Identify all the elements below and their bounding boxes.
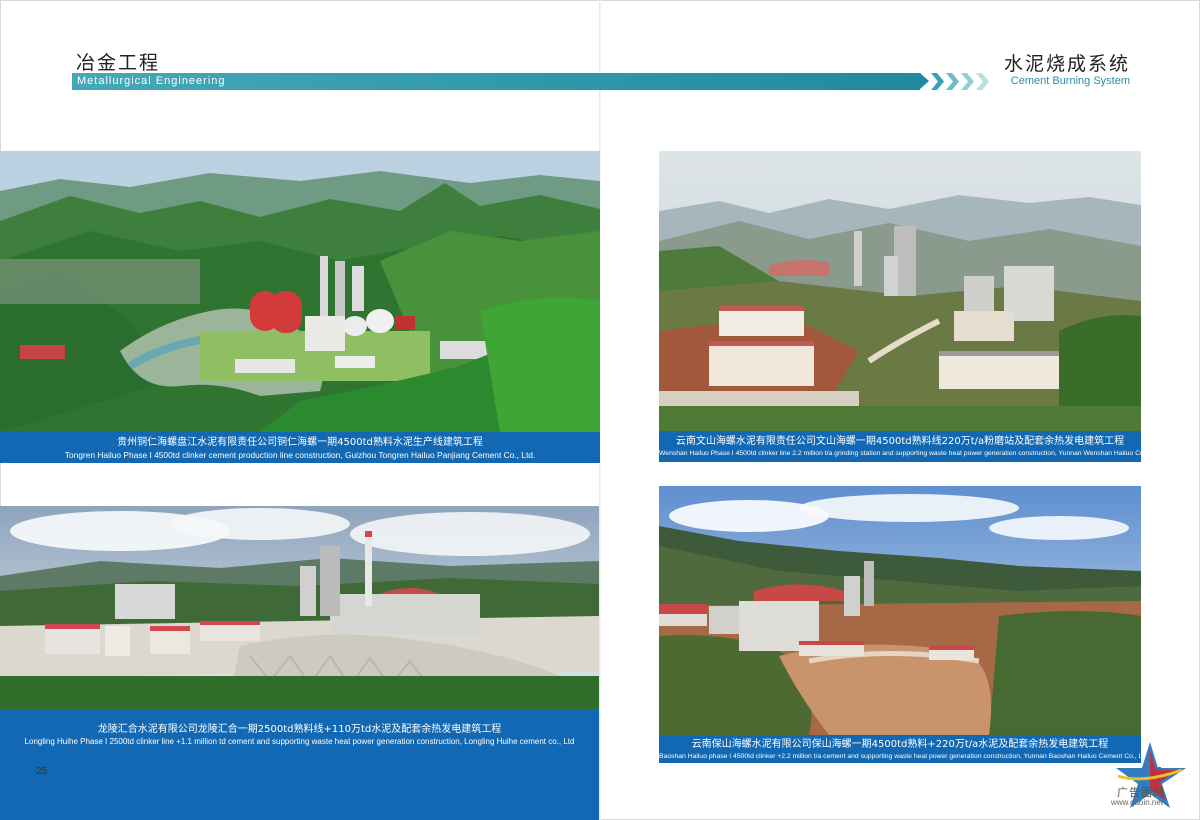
section-title-left: 冶金工程 (76, 52, 161, 74)
page-number-left: 25 (36, 766, 48, 777)
project-photo-wenshan (659, 151, 1141, 431)
caption-longling: 龙陵汇合水泥有限公司龙陵汇合一期2500td熟料线+110万td水泥及配套余热发… (0, 709, 599, 820)
project-photo-longling (0, 506, 599, 709)
section-subtitle-right: Cement Burning System (1010, 75, 1130, 87)
caption-zh: 云南文山海螺水泥有限责任公司文山海螺一期4500td熟料线220万t/a粉磨站及… (675, 436, 1125, 447)
caption-tongren: 贵州铜仁海螺盘江水泥有限责任公司铜仁海螺一期4500td熟料水泥生产线建筑工程 … (0, 432, 600, 463)
caption-en: Tongren Hailuo Phase I 4500td clinker ce… (64, 450, 536, 460)
watermark-url: www.gaoin.net (1111, 798, 1164, 807)
caption-en: Wenshan Hailuo Phase I 4500td clinker li… (659, 450, 1141, 457)
caption-zh: 龙陵汇合水泥有限公司龙陵汇合一期2500td熟料线+110万td水泥及配套余热发… (97, 724, 502, 735)
caption-en: Baoshan Hailuo phase I 4500td clinker +2… (659, 753, 1141, 760)
project-photo-baoshan (659, 486, 1141, 735)
header-bar-tip (920, 73, 929, 89)
section-subtitle-left: Metallurgical Engineering (77, 75, 226, 87)
caption-wenshan: 云南文山海螺水泥有限责任公司文山海螺一期4500td熟料线220万t/a粉磨站及… (659, 431, 1141, 462)
caption-zh: 云南保山海螺水泥有限公司保山海螺一期4500td熟料+220万t/a水泥及配套余… (691, 739, 1109, 750)
caption-zh: 贵州铜仁海螺盘江水泥有限责任公司铜仁海螺一期4500td熟料水泥生产线建筑工程 (117, 437, 483, 448)
section-title-right: 水泥烧成系统 (1003, 53, 1130, 75)
caption-baoshan: 云南保山海螺水泥有限公司保山海螺一期4500td熟料+220万t/a水泥及配套余… (659, 735, 1141, 763)
caption-en: Longling Huihe Phase I 2500td clinker li… (24, 737, 575, 746)
project-photo-tongren (0, 151, 600, 432)
chevron-arrows-icon (931, 73, 989, 90)
